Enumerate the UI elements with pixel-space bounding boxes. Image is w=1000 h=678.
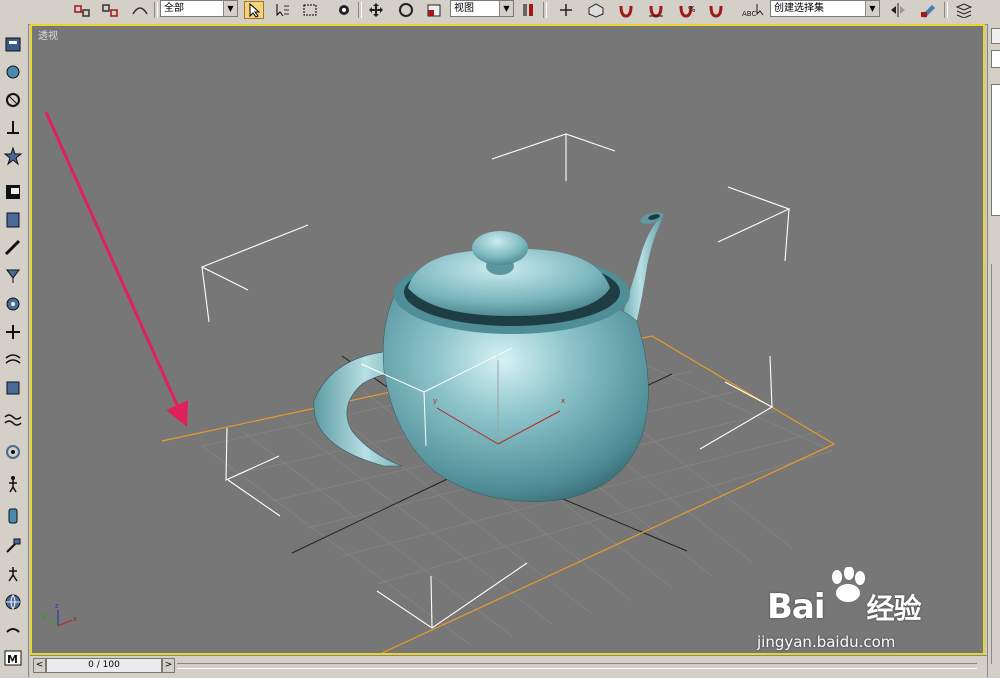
main-toolbar: 全部 ▼ 视图 ▼ % ABC 创建选择集 ▼ [0,0,1000,25]
chevron-down-icon: ▼ [865,1,879,16]
panel-list[interactable] [991,84,1000,216]
svg-text:M: M [7,653,18,666]
chevron-down-icon: ▼ [223,1,237,16]
reference-coordinate-value: 视图 [454,3,474,14]
layer-manager-icon[interactable] [954,1,974,19]
viewport-scene: z x y z x y [42,111,836,653]
svg-text:ABC: ABC [742,10,756,18]
pivot-center-icon[interactable] [518,1,538,19]
panel-tab[interactable] [991,28,1000,44]
mirror-icon[interactable] [888,1,908,19]
space-warps-icon[interactable] [3,350,23,370]
tripod-x-label: x [73,615,77,623]
bind-to-space-warp-icon[interactable] [130,1,150,19]
bottle-icon[interactable] [3,506,23,526]
snaps-toggle-icon[interactable] [616,1,636,19]
tripod-y-label: y [42,612,46,620]
teapot-object [313,212,664,502]
percent-snap-icon[interactable]: % [676,1,696,19]
chevron-down-icon: ▼ [499,1,513,16]
utilities-panel-icon[interactable] [3,182,23,202]
watermark-url: jingyan.baidu.com [757,633,896,651]
display-panel-icon[interactable] [3,146,23,166]
modify-panel-icon[interactable] [3,62,23,82]
annotation-arrow [44,111,189,427]
time-next-button[interactable]: > [162,658,175,673]
command-panel-edge [987,24,1000,677]
create-panel-icon[interactable] [3,34,23,54]
scale-icon[interactable] [424,1,444,19]
select-and-link-icon[interactable] [72,1,92,19]
baidu-jingyan-watermark: Bai 经验 jingyan.baidu.com [757,567,957,659]
named-selection-value: 创建选择集 [774,3,824,14]
select-object-icon[interactable] [244,1,264,19]
left-tool-strip: M [0,24,29,677]
move-icon[interactable] [366,1,386,19]
walk-icon[interactable] [3,564,23,584]
time-track[interactable] [177,663,977,669]
maxscript-icon[interactable]: M [3,648,23,668]
selection-filter-dropdown[interactable]: 全部 ▼ [160,0,238,17]
rectangular-selection-icon[interactable] [300,1,320,19]
watermark-brand-suffix: 经验 [866,592,922,625]
perspective-viewport[interactable]: z x y z x y 透视 [30,24,985,655]
gizmo-z-label: z [495,352,499,360]
edit-named-selection-icon[interactable]: ABC [740,1,768,19]
watermark-brand: Bai 经验 [767,587,922,627]
viewport-label[interactable]: 透视 [38,27,58,42]
reference-coordinate-dropdown[interactable]: 视图 ▼ [450,0,514,17]
named-selection-sets-dropdown[interactable]: 创建选择集 ▼ [770,0,880,17]
time-slider-thumb[interactable]: 0 / 100 [46,658,162,673]
rotate-icon[interactable] [396,1,416,19]
align-icon[interactable] [918,1,938,19]
panel-rollout [991,264,1000,664]
cameras-icon[interactable] [3,294,23,314]
viewport-axis-tripod [49,610,73,627]
wave-icon[interactable] [3,410,23,430]
figure-icon[interactable] [3,474,23,494]
panel-field[interactable] [991,50,1000,68]
unlink-selection-icon[interactable] [100,1,120,19]
motion-panel-icon[interactable] [3,118,23,138]
systems-icon[interactable] [3,378,23,398]
keyboard-shortcut-icon[interactable] [586,1,606,19]
select-and-manipulate-icon[interactable] [556,1,576,19]
shapes-icon[interactable] [3,238,23,258]
selection-filter-value: 全部 [164,3,184,14]
gizmo-y-label: y [433,397,437,405]
tripod-z-label: z [55,602,59,610]
geometry-icon[interactable] [3,210,23,230]
helpers-icon[interactable] [3,322,23,342]
hierarchy-panel-icon[interactable] [3,90,23,110]
watermark-brand-text: Bai [767,587,826,627]
spiral-icon[interactable] [3,442,23,462]
angle-snap-icon[interactable] [646,1,666,19]
svg-text:%: % [688,5,695,14]
globe-icon[interactable] [3,592,23,612]
lights-icon[interactable] [3,266,23,286]
hammer-icon[interactable] [3,536,23,556]
link-icon[interactable] [3,620,23,640]
window-crossing-icon[interactable] [334,1,354,19]
time-prev-button[interactable]: < [33,658,46,673]
gizmo-x-label: x [561,397,565,405]
select-by-name-icon[interactable] [272,1,292,19]
spinner-snap-icon[interactable] [706,1,726,19]
